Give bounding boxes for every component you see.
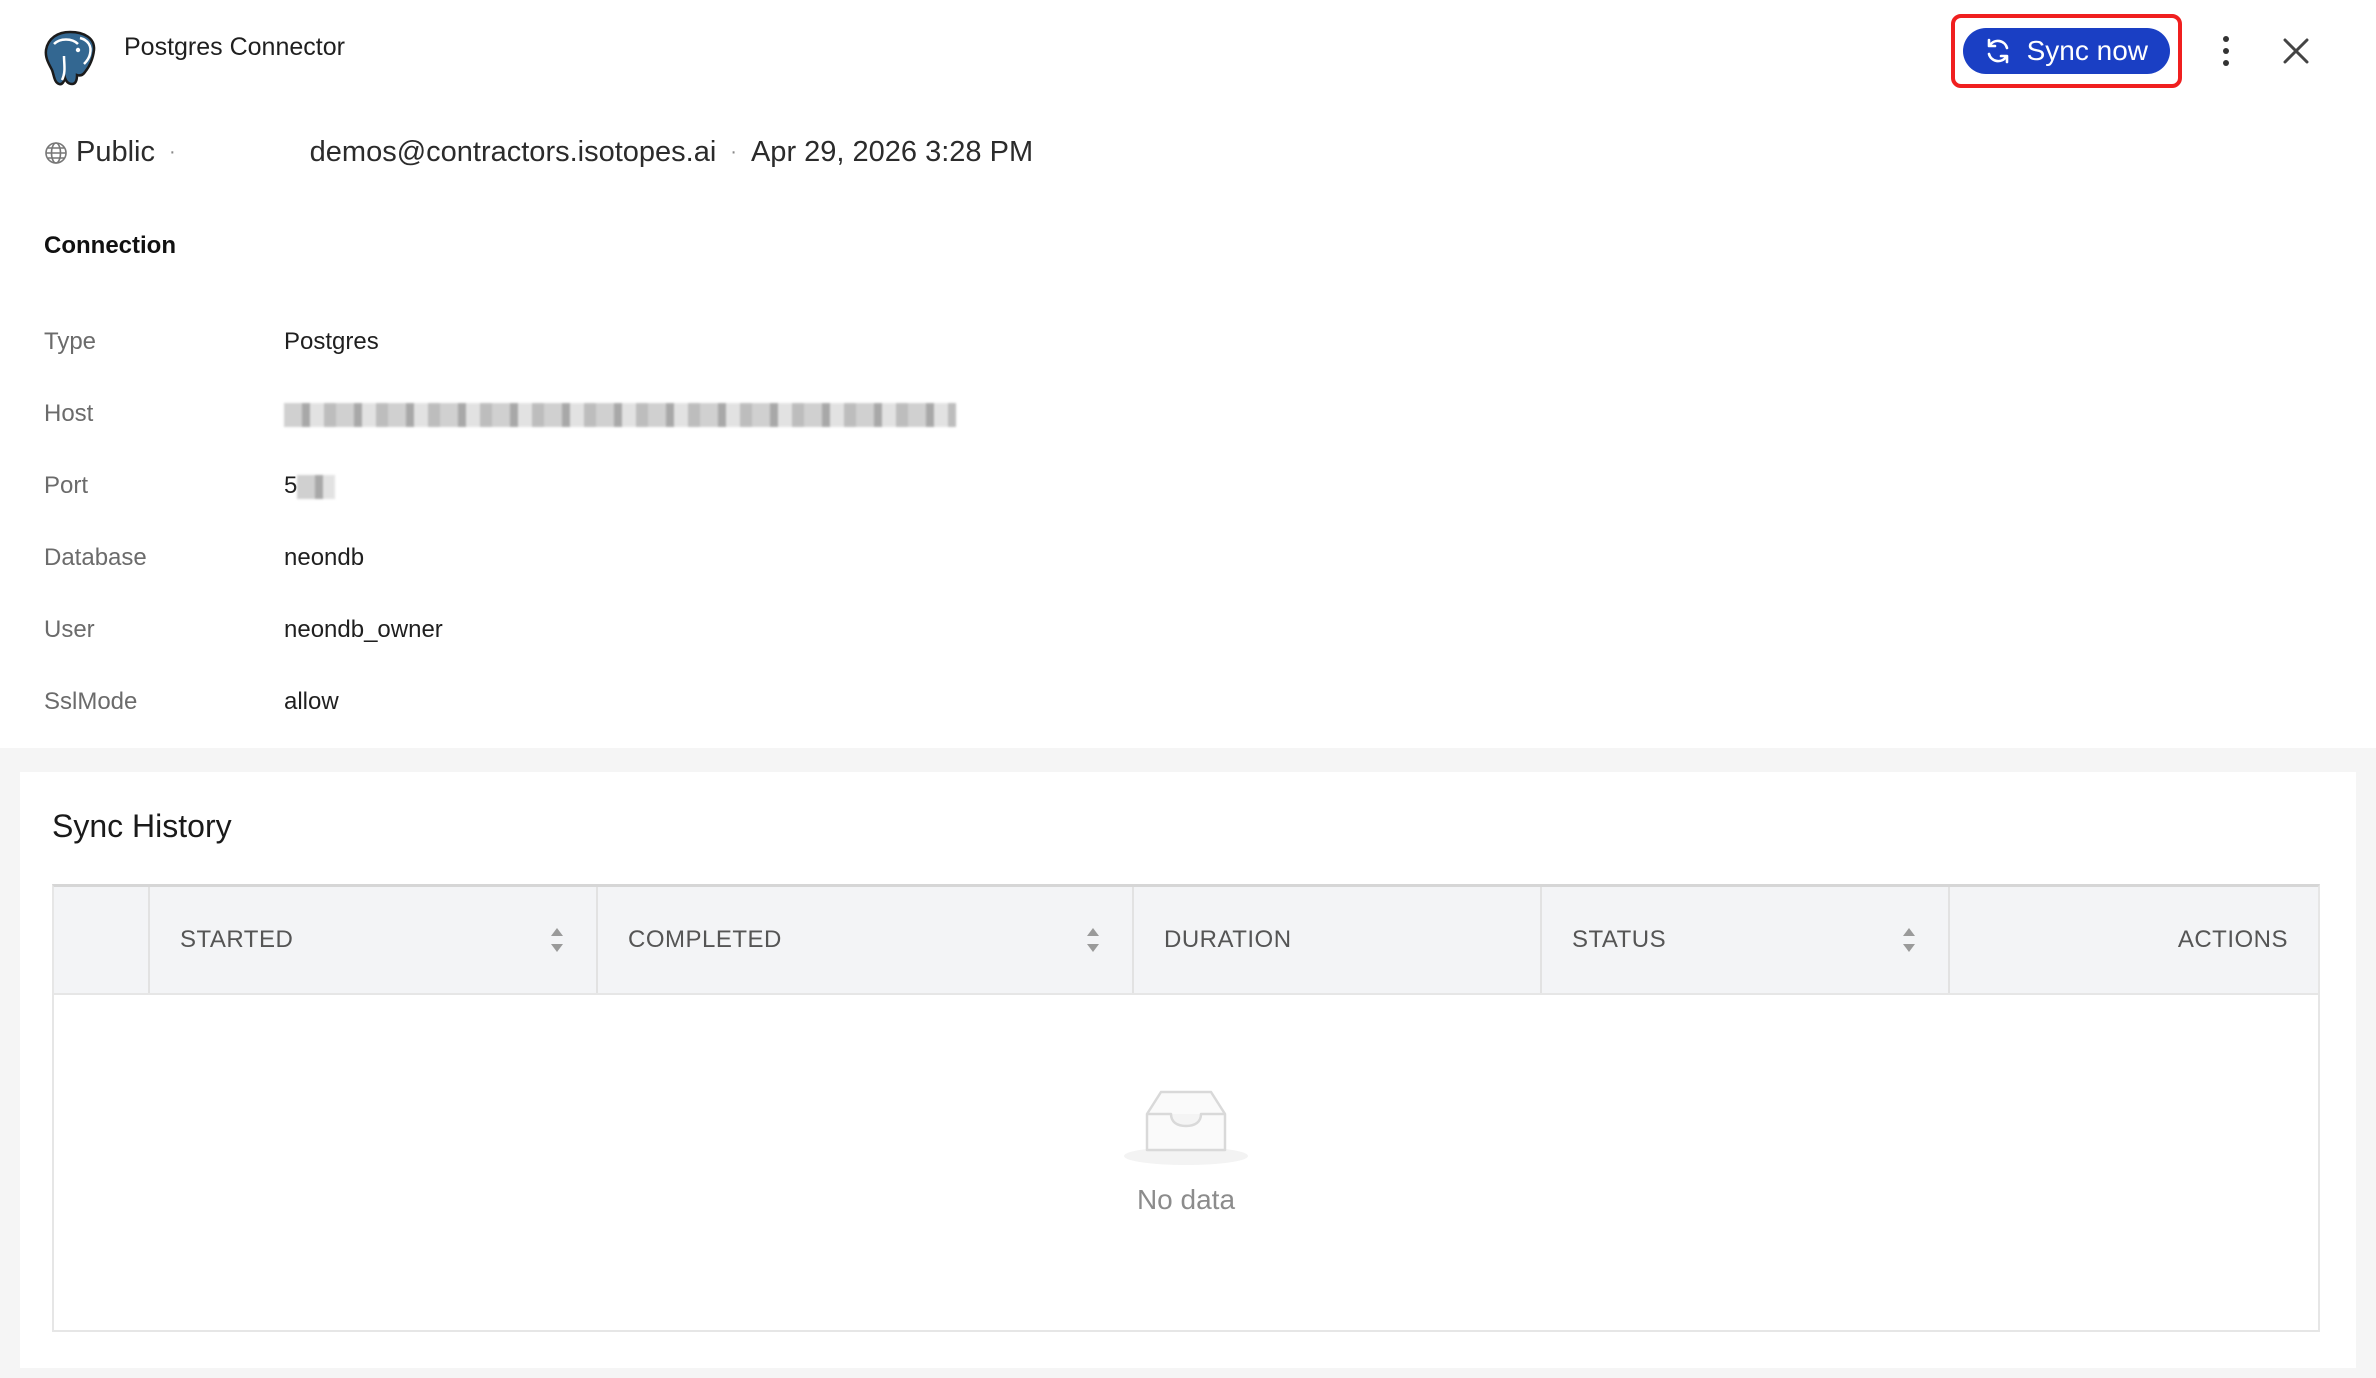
postgres-elephant-icon xyxy=(44,30,96,86)
prop-value: allow xyxy=(284,688,339,715)
empty-state-text: No data xyxy=(1136,1184,1236,1215)
column-header-started[interactable]: STARTED xyxy=(150,887,598,993)
prop-row-database: Database neondb xyxy=(44,522,956,594)
owner-email: demos@contractors.isotopes.ai xyxy=(309,136,717,168)
sort-icon[interactable] xyxy=(1084,925,1102,955)
empty-inbox-icon xyxy=(1124,1090,1248,1165)
sync-button-highlight: Sync now xyxy=(1950,14,2182,88)
prop-label: Port xyxy=(44,472,89,499)
table-header: STARTED COMPLETED DURATION STATUS ACTION… xyxy=(54,887,2318,995)
more-dot-icon xyxy=(2223,60,2229,66)
connection-properties: Type Postgres Host Port 5 Database neond… xyxy=(44,306,956,738)
redacted-host xyxy=(284,402,956,427)
sync-history-table: STARTED COMPLETED DURATION STATUS ACTION… xyxy=(52,884,2320,1332)
prop-row-sslmode: SslMode allow xyxy=(44,666,956,738)
meta-separator: · xyxy=(730,141,737,163)
prop-label: Host xyxy=(44,400,94,427)
column-header-completed[interactable]: COMPLETED xyxy=(598,887,1134,993)
header: Postgres Connector xyxy=(40,26,345,90)
globe-icon xyxy=(45,141,67,164)
prop-row-user: User neondb_owner xyxy=(44,594,956,666)
column-header-label: ACTIONS xyxy=(2177,926,2288,953)
column-header-status[interactable]: STATUS xyxy=(1542,887,1950,993)
sort-icon[interactable] xyxy=(1900,925,1918,955)
prop-label: User xyxy=(44,616,95,643)
sync-icon xyxy=(1987,38,2008,64)
more-options-button[interactable] xyxy=(2206,21,2246,81)
connector-title: Postgres Connector xyxy=(124,32,345,61)
column-header-label: COMPLETED xyxy=(628,926,782,953)
connection-section-title: Connection xyxy=(44,232,176,259)
column-header-select xyxy=(54,887,150,993)
more-dot-icon xyxy=(2223,48,2229,54)
column-header-actions: ACTIONS xyxy=(1950,887,2318,993)
prop-value: neondb xyxy=(284,544,365,571)
port-visible-digit: 5 xyxy=(284,472,298,499)
column-header-label: DURATION xyxy=(1164,926,1292,953)
prop-label: Type xyxy=(44,328,97,355)
sync-now-button[interactable]: Sync now xyxy=(1962,28,2170,74)
sync-now-label: Sync now xyxy=(2026,35,2148,66)
sync-history-title: Sync History xyxy=(52,808,232,844)
prop-value: 5 xyxy=(284,472,336,500)
connector-detail-panel: Postgres Connector Sync now Public · dem… xyxy=(0,0,2376,748)
prop-label: SslMode xyxy=(44,688,138,715)
prop-value: Postgres xyxy=(284,328,379,355)
close-button[interactable] xyxy=(2276,31,2316,71)
close-icon xyxy=(2283,38,2309,64)
visibility-label: Public xyxy=(76,136,155,168)
column-header-label: STATUS xyxy=(1572,926,1667,953)
prop-label: Database xyxy=(44,544,147,571)
redacted-port xyxy=(297,474,336,499)
prop-row-host: Host xyxy=(44,378,956,450)
sort-icon[interactable] xyxy=(548,925,566,955)
column-header-duration: DURATION xyxy=(1134,887,1542,993)
prop-row-port: Port 5 xyxy=(44,450,956,522)
empty-state: No data xyxy=(54,997,2318,1327)
created-date: Apr 29, 2026 3:28 PM xyxy=(750,136,1034,168)
prop-row-type: Type Postgres xyxy=(44,306,956,378)
prop-value xyxy=(284,400,956,428)
sync-history-card: Sync History STARTED COMPLETED DURATION xyxy=(20,772,2356,1368)
prop-value: neondb_owner xyxy=(284,616,443,643)
connector-meta: Public · demos@contractors.isotopes.ai ·… xyxy=(44,136,1033,169)
meta-separator: · xyxy=(169,141,176,163)
column-header-label: STARTED xyxy=(180,926,294,953)
header-actions: Sync now xyxy=(1950,14,2316,88)
more-dot-icon xyxy=(2223,36,2229,42)
